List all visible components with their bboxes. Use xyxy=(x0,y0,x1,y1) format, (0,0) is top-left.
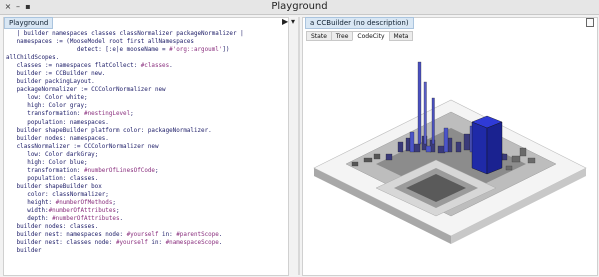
code-line[interactable]: transformation: #nestingLevel; xyxy=(6,110,284,118)
code-line[interactable]: builder shapeBuilder platform color: pac… xyxy=(6,127,284,135)
pane-splitter[interactable] xyxy=(298,17,300,275)
tower-tall-2 xyxy=(423,81,427,145)
code-line[interactable]: builder shapeBuilder box xyxy=(6,183,284,191)
window-titlebar: × – ▪ Playground xyxy=(0,0,599,15)
big-block-right xyxy=(486,121,503,175)
code-line[interactable]: depth: #numberOfAttributes. xyxy=(6,215,284,223)
subtab-tree[interactable]: Tree xyxy=(330,31,353,41)
code-line[interactable]: transformation: #numberOfLinesOfCode; xyxy=(6,167,284,175)
code-line[interactable]: population: namespaces. xyxy=(6,119,284,127)
code-line[interactable]: high: Color gray; xyxy=(6,102,284,110)
code-line[interactable]: builder nest: classes node: #yourself in… xyxy=(6,239,284,247)
code-line[interactable]: packageNormalizer := CCColorNormalizer n… xyxy=(6,86,284,94)
code-editor[interactable]: | builder namespaces classes classNormal… xyxy=(6,30,284,255)
code-line[interactable]: detect: [:e|e mooseName = #'org::argouml… xyxy=(6,46,284,54)
code-line[interactable]: builder nest: namespaces node: #yourself… xyxy=(6,231,284,239)
subtab-codecity[interactable]: CodeCity xyxy=(352,31,389,41)
code-line[interactable]: low: Color darkGray; xyxy=(6,151,284,159)
subtab-meta[interactable]: Meta xyxy=(388,31,414,41)
code-line[interactable]: high: Color blue; xyxy=(6,159,284,167)
code-line[interactable]: allChildScopes. xyxy=(6,54,284,62)
code-line[interactable]: low: Color white; xyxy=(6,94,284,102)
code-line[interactable]: height: #numberOfMethods; xyxy=(6,199,284,207)
code-line[interactable]: builder := CCBuilder new. xyxy=(6,70,284,78)
play-icon[interactable]: ▶ xyxy=(282,17,288,26)
tower-tall-1 xyxy=(417,61,422,145)
code-line[interactable]: population: classes. xyxy=(6,175,284,183)
code-line[interactable]: | builder namespaces classes classNormal… xyxy=(6,30,284,38)
code-line[interactable]: namespaces := (MooseModel root first all… xyxy=(6,38,284,46)
tab-playground[interactable]: Playground xyxy=(4,17,54,29)
code-line[interactable]: classNormalizer := CCColorNormalizer new xyxy=(6,143,284,151)
subtab-state[interactable]: State xyxy=(306,31,331,41)
code-line[interactable]: classes := namespaces flatCollect: #clas… xyxy=(6,62,284,70)
code-line[interactable]: builder xyxy=(6,247,284,255)
code-line[interactable]: builder nodes: classes. xyxy=(6,223,284,231)
inspector-subtabs: State Tree CodeCity Meta xyxy=(306,31,414,41)
code-line[interactable]: builder packingLayout. xyxy=(6,78,284,86)
dropdown-icon[interactable]: ▾ xyxy=(291,17,295,26)
codecity-visualization[interactable] xyxy=(306,42,594,272)
big-block-left xyxy=(471,121,488,175)
window-title: Playground xyxy=(271,1,328,12)
code-line[interactable]: color: classNormalizer; xyxy=(6,191,284,199)
code-line[interactable]: width:#numberOfAttributes; xyxy=(6,207,284,215)
inspect-icon[interactable] xyxy=(586,18,594,27)
code-line[interactable]: builder nodes: namespaces. xyxy=(6,135,284,143)
tower-tall-3 xyxy=(431,97,435,145)
tab-inspector[interactable]: a CCBuilder (no description) xyxy=(305,17,414,29)
